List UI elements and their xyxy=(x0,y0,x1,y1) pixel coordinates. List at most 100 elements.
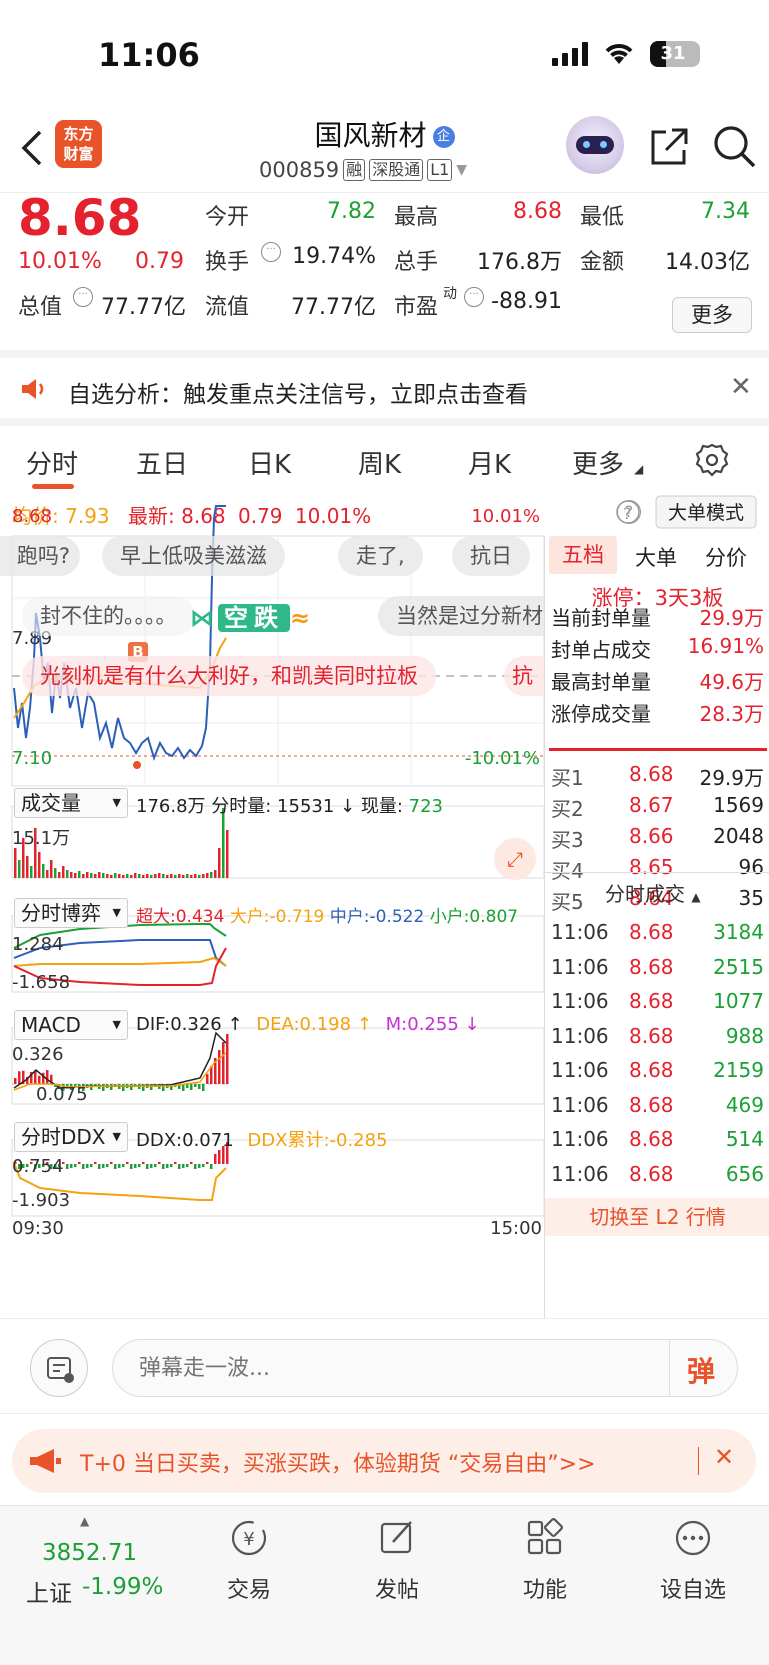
bid-row[interactable]: 买2 8.67 1569 xyxy=(545,793,769,823)
stock-code-row[interactable]: 000859 融 深股通 L1 ▼ xyxy=(259,158,467,182)
speaker-icon xyxy=(22,379,44,399)
time-start-label: 09:30 xyxy=(12,1218,64,1239)
close-icon[interactable]: ✕ xyxy=(730,372,752,402)
info-dots-icon[interactable]: ··· xyxy=(464,287,484,307)
notice-bar[interactable]: 自选分析：触发重点关注信号，立即点击查看 ✕ xyxy=(0,350,769,418)
volume-indicator-select[interactable]: 成交量 ▼ xyxy=(14,788,128,818)
high-label: 最高 xyxy=(394,205,439,230)
bid-volume: 35 xyxy=(738,886,764,910)
volume-now: 723 xyxy=(408,796,443,817)
info-dots-icon[interactable]: ··· xyxy=(261,242,281,262)
ddx-indicator-select[interactable]: 分时DDX ▼ xyxy=(14,1122,128,1152)
ad-close-icon[interactable]: ✕ xyxy=(714,1443,734,1471)
bid-price: 8.65 xyxy=(629,855,674,879)
danmu-send-divider xyxy=(669,1340,670,1396)
nav-add-watchlist[interactable]: 设自选 xyxy=(638,1518,748,1604)
swimmer-icon: ≈ xyxy=(290,604,311,632)
stock-header: 东方 财富 国风新材企 000859 融 深股通 L1 ▼ xyxy=(0,110,769,192)
trade-row: 11:06 8.68 2515 xyxy=(545,955,769,985)
danmu-input[interactable] xyxy=(139,1350,639,1386)
switch-l2-button[interactable]: 切换至 L2 行情 xyxy=(545,1198,769,1236)
nav-trade[interactable]: ¥ 交易 xyxy=(194,1518,304,1604)
danmu-bubble[interactable]: 早上低吸美滋滋 xyxy=(102,536,285,576)
danmu-list-icon[interactable] xyxy=(30,1339,88,1397)
game-indicator-select[interactable]: 分时博弈 ▼ xyxy=(14,898,128,928)
macd-info: DIF:0.326 ↑ DEA:0.198 ↑ M:0.255 ↓ xyxy=(136,1014,480,1035)
bid-price: 8.66 xyxy=(629,824,674,848)
danmu-bubble[interactable]: 走了, xyxy=(338,536,423,576)
tab-daily-k[interactable]: 日K xyxy=(248,444,291,481)
danmu-send-button[interactable]: 弹 xyxy=(687,1350,715,1390)
danmu-bubble[interactable]: 抗日 xyxy=(452,536,530,576)
battery-icon: 31 xyxy=(650,41,700,67)
order-stat-label: 涨停成交量 xyxy=(551,702,651,726)
danmu-bubble[interactable]: 当然是过分新材 xyxy=(378,596,544,636)
more-button[interactable]: 更多 xyxy=(672,297,752,333)
tab-intraday[interactable]: 分时 xyxy=(26,444,78,481)
dropdown-icon: ▼ xyxy=(112,1130,121,1143)
battery-level: 31 xyxy=(660,43,686,64)
bid-volume: 96 xyxy=(738,855,764,879)
trade-row: 11:06 8.68 514 xyxy=(545,1127,769,1157)
trade-time: 11:06 xyxy=(551,989,609,1013)
danmu-input-box[interactable]: 弹 xyxy=(112,1339,738,1397)
danmu-bubble[interactable]: 抗 xyxy=(504,656,544,696)
current-price: 8.68 xyxy=(18,189,142,247)
trades-title: 分时成交 ▲ xyxy=(605,878,701,907)
order-tab-price[interactable]: 分价 xyxy=(705,542,747,572)
gear-icon[interactable] xyxy=(694,442,730,478)
high-value: 8.68 xyxy=(513,199,562,224)
danmu-bubble[interactable]: 跑吗? xyxy=(0,536,80,576)
nav-post[interactable]: 发帖 xyxy=(342,1518,452,1604)
macd-indicator-select[interactable]: MACD ▼ xyxy=(14,1010,128,1040)
trade-price: 8.68 xyxy=(629,954,674,979)
trade-time: 11:06 xyxy=(551,920,609,944)
trade-volume: 514 xyxy=(725,1127,764,1151)
trade-price: 8.68 xyxy=(629,1127,674,1151)
trade-volume: 2159 xyxy=(713,1058,764,1082)
bid-row[interactable]: 买3 8.66 2048 xyxy=(545,824,769,854)
status-bar: 11:06 31 xyxy=(0,0,769,110)
kong-die-text: 空跌 xyxy=(218,604,290,632)
edit-icon xyxy=(380,1521,412,1554)
trade-volume: 2515 xyxy=(713,954,764,979)
nav-features[interactable]: 功能 xyxy=(490,1518,600,1604)
pct-bot-label: -10.01% xyxy=(464,748,540,769)
nav-post-label: 发帖 xyxy=(374,1578,419,1603)
grid-icon xyxy=(527,1518,563,1555)
bid-row[interactable]: 买1 8.68 29.9万 xyxy=(545,762,769,792)
tab-5day[interactable]: 五日 xyxy=(136,444,188,481)
low-label: 最低 xyxy=(580,205,625,230)
ad-divider xyxy=(698,1447,699,1475)
notice-text: 自选分析：触发重点关注信号，立即点击查看 xyxy=(68,382,528,408)
order-tab-five-level[interactable]: 五档 xyxy=(549,536,617,574)
tab-weekly-k[interactable]: 周K xyxy=(358,444,401,481)
tab-monthly-k[interactable]: 月K xyxy=(468,444,511,481)
info-dots-icon[interactable]: ··· xyxy=(73,287,93,307)
amount-value: 14.03亿 xyxy=(665,250,750,275)
ad-banner[interactable]: T+0 当日买卖，买涨买跌，体验期货 “交易自由”>> ✕ xyxy=(12,1429,756,1493)
trade-volume: 988 xyxy=(725,1023,764,1048)
game-select-label: 分时博弈 xyxy=(21,901,101,925)
trade-row: 11:06 8.68 988 xyxy=(545,1024,769,1054)
expand-icon[interactable]: ⤢ xyxy=(494,838,536,880)
kong-die-sticker[interactable]: ⋈ 空跌 ≈ xyxy=(190,598,310,633)
dropdown-icon: ▼ xyxy=(112,796,121,809)
tab-more[interactable]: 更多 xyxy=(572,444,624,481)
share-icon[interactable] xyxy=(648,126,690,168)
danmu-bubble[interactable]: 封不住的。。。。 xyxy=(22,596,195,636)
order-tab-big[interactable]: 大单 xyxy=(635,542,677,572)
ddx-value: DDX:0.071 xyxy=(136,1130,234,1151)
quote-panel: 8.68 10.01% 0.79 今开 7.82 最高 8.68 最低 7.34… xyxy=(0,189,769,350)
kong-die-logo-icon: ⋈ xyxy=(190,604,214,632)
danmu-bubble[interactable]: 光刻机是有什么大利好，和凯美同时拉板 xyxy=(22,656,436,696)
order-stat-label: 封单占成交 xyxy=(551,638,651,662)
search-icon[interactable] xyxy=(712,124,758,170)
help-mark: ? xyxy=(623,504,632,523)
pct-top-label: 10.01% xyxy=(471,506,540,527)
bid-price: 8.67 xyxy=(629,793,674,817)
turnover-label: 换手 xyxy=(205,250,250,275)
robot-avatar[interactable] xyxy=(566,116,624,174)
trade-row: 11:06 8.68 656 xyxy=(545,1162,769,1192)
order-stat-value: 49.6万 xyxy=(699,670,764,694)
